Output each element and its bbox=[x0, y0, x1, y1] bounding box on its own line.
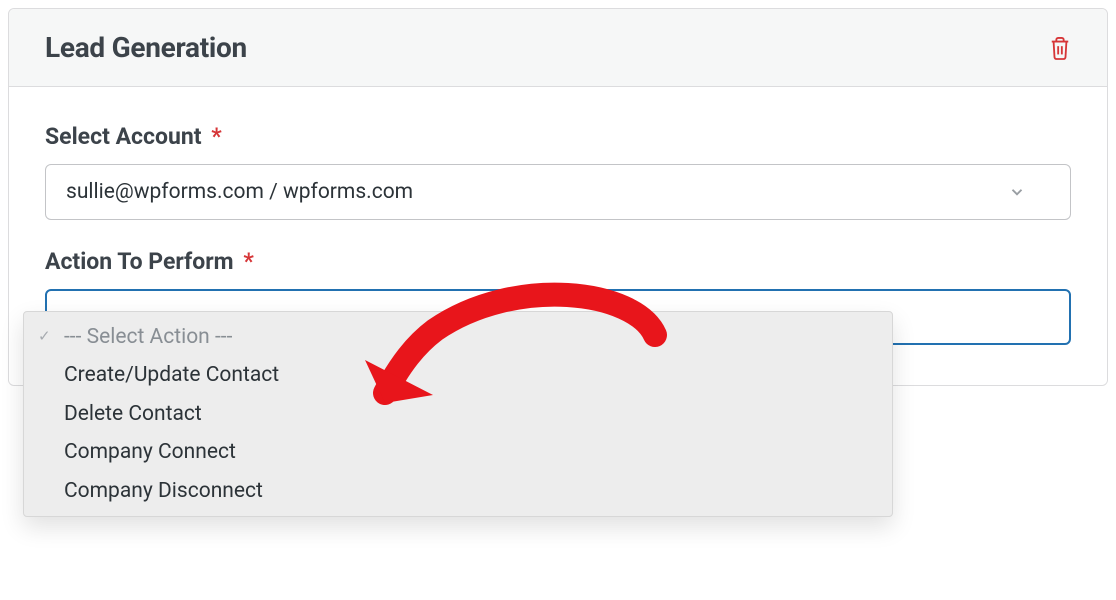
select-account-wrap: sullie@wpforms.com / wpforms.com bbox=[45, 164, 1071, 220]
panel-header: Lead Generation bbox=[9, 9, 1107, 87]
action-option-placeholder-text: --- Select Action --- bbox=[64, 325, 232, 349]
action-option-label: Company Disconnect bbox=[64, 479, 263, 503]
select-account-value: sullie@wpforms.com / wpforms.com bbox=[66, 180, 413, 204]
action-option-label: Delete Contact bbox=[64, 402, 202, 426]
select-account-field: Select Account * sullie@wpforms.com / wp… bbox=[45, 123, 1071, 220]
action-option-company-disconnect[interactable]: Company Disconnect bbox=[24, 472, 892, 510]
action-select-wrap: ✓ --- Select Action --- Create/Update Co… bbox=[45, 289, 1071, 345]
chevron-down-icon bbox=[1008, 183, 1026, 201]
action-dropdown-menu: ✓ --- Select Action --- Create/Update Co… bbox=[23, 311, 893, 517]
required-asterisk: * bbox=[211, 123, 221, 150]
action-option-placeholder[interactable]: ✓ --- Select Action --- bbox=[24, 318, 892, 356]
action-option-delete-contact[interactable]: Delete Contact bbox=[24, 395, 892, 433]
action-to-perform-field: Action To Perform * ✓ --- Select Action … bbox=[45, 248, 1071, 345]
check-icon: ✓ bbox=[38, 326, 51, 348]
trash-icon[interactable] bbox=[1049, 36, 1071, 60]
select-account-label-text: Select Account bbox=[45, 123, 202, 150]
select-account-dropdown[interactable]: sullie@wpforms.com / wpforms.com bbox=[45, 164, 1071, 220]
action-option-company-connect[interactable]: Company Connect bbox=[24, 433, 892, 471]
panel-body: Select Account * sullie@wpforms.com / wp… bbox=[9, 87, 1107, 385]
required-asterisk: * bbox=[243, 248, 253, 275]
action-option-label: Company Connect bbox=[64, 440, 236, 464]
action-to-perform-label-text: Action To Perform bbox=[45, 248, 234, 275]
integration-panel: Lead Generation Select Account * sullie@… bbox=[8, 8, 1108, 386]
action-to-perform-label: Action To Perform * bbox=[45, 248, 1071, 275]
action-option-label: Create/Update Contact bbox=[64, 363, 279, 387]
panel-title: Lead Generation bbox=[45, 31, 247, 64]
action-option-create-update-contact[interactable]: Create/Update Contact bbox=[24, 356, 892, 394]
select-account-label: Select Account * bbox=[45, 123, 1071, 150]
